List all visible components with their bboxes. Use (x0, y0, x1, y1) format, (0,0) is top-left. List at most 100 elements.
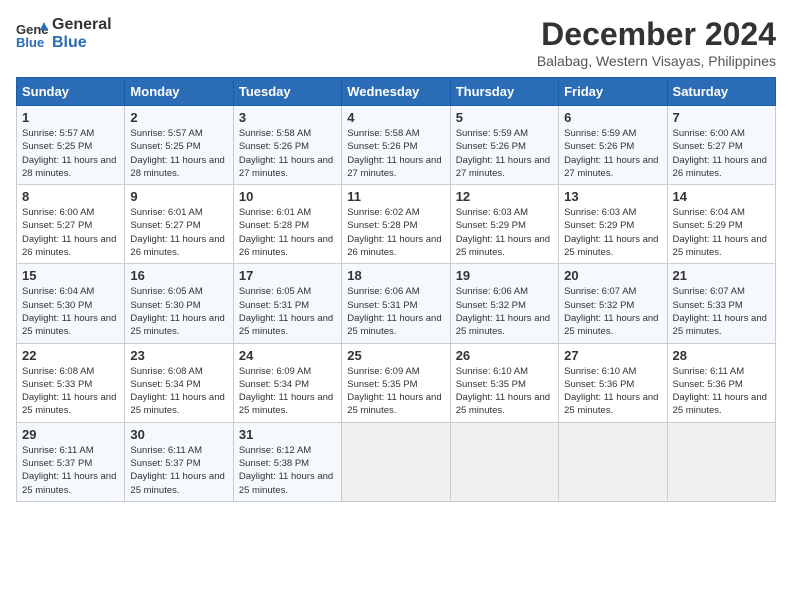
calendar-cell (342, 422, 450, 501)
calendar-cell: 10 Sunrise: 6:01 AMSunset: 5:28 PMDayligh… (233, 185, 341, 264)
weekday-header-cell: Thursday (450, 78, 558, 106)
day-number: 7 (673, 110, 770, 125)
day-number: 31 (239, 427, 336, 442)
calendar-cell: 29Sunrise: 6:11 AMSunset: 5:37 PMDayligh… (17, 422, 125, 501)
day-number: 30 (130, 427, 227, 442)
calendar-cell: 26 Sunrise: 6:10 AMSunset: 5:35 PMDayligh… (450, 343, 558, 422)
calendar-cell (559, 422, 667, 501)
day-number: 23 (130, 348, 227, 363)
day-info: Sunrise: 6:00 AMSunset: 5:27 PMDaylight:… (673, 127, 770, 180)
calendar-cell: 4 Sunrise: 5:58 AMSunset: 5:26 PMDaylight… (342, 106, 450, 185)
page-header: General Blue General Blue December 2024 … (16, 16, 776, 69)
day-info: Sunrise: 6:11 AMSunset: 5:36 PMDaylight:… (673, 365, 770, 418)
logo-line2: Blue (52, 34, 112, 52)
logo-icon: General Blue (16, 18, 48, 50)
calendar-cell: 7 Sunrise: 6:00 AMSunset: 5:27 PMDaylight… (667, 106, 775, 185)
day-number: 26 (456, 348, 553, 363)
calendar-cell: 22 Sunrise: 6:08 AMSunset: 5:33 PMDayligh… (17, 343, 125, 422)
calendar-cell: 8Sunrise: 6:00 AMSunset: 5:27 PMDaylight… (17, 185, 125, 264)
day-info: Sunrise: 6:11 AMSunset: 5:37 PMDaylight:… (130, 444, 227, 497)
day-info: Sunrise: 6:09 AMSunset: 5:35 PMDaylight:… (347, 365, 444, 418)
day-info: Sunrise: 6:04 AMSunset: 5:29 PMDaylight:… (673, 206, 770, 259)
day-number: 9 (130, 189, 227, 204)
weekday-header-cell: Tuesday (233, 78, 341, 106)
day-info: Sunrise: 6:10 AMSunset: 5:36 PMDaylight:… (564, 365, 661, 418)
day-number: 12 (456, 189, 553, 204)
calendar-cell (667, 422, 775, 501)
day-number: 4 (347, 110, 444, 125)
day-info: Sunrise: 6:07 AMSunset: 5:33 PMDaylight:… (673, 285, 770, 338)
day-number: 19 (456, 268, 553, 283)
weekday-header-row: SundayMondayTuesdayWednesdayThursdayFrid… (17, 78, 776, 106)
day-info: Sunrise: 6:05 AMSunset: 5:31 PMDaylight:… (239, 285, 336, 338)
calendar-week-row: 22 Sunrise: 6:08 AMSunset: 5:33 PMDayligh… (17, 343, 776, 422)
calendar-cell: 13Sunrise: 6:03 AMSunset: 5:29 PMDayligh… (559, 185, 667, 264)
day-info: Sunrise: 5:59 AMSunset: 5:26 PMDaylight:… (456, 127, 553, 180)
day-number: 20 (564, 268, 661, 283)
day-info: Sunrise: 6:01 AMSunset: 5:27 PMDaylight:… (130, 206, 227, 259)
day-info: Sunrise: 6:03 AMSunset: 5:29 PMDaylight:… (564, 206, 661, 259)
calendar-cell: 14 Sunrise: 6:04 AMSunset: 5:29 PMDayligh… (667, 185, 775, 264)
calendar-cell: 27 Sunrise: 6:10 AMSunset: 5:36 PMDayligh… (559, 343, 667, 422)
day-number: 11 (347, 189, 444, 204)
day-number: 17 (239, 268, 336, 283)
calendar-week-row: 29Sunrise: 6:11 AMSunset: 5:37 PMDayligh… (17, 422, 776, 501)
calendar-week-row: 15 Sunrise: 6:04 AMSunset: 5:30 PMDayligh… (17, 264, 776, 343)
day-number: 14 (673, 189, 770, 204)
day-info: Sunrise: 5:58 AMSunset: 5:26 PMDaylight:… (347, 127, 444, 180)
day-number: 10 (239, 189, 336, 204)
day-number: 25 (347, 348, 444, 363)
day-number: 21 (673, 268, 770, 283)
day-number: 24 (239, 348, 336, 363)
calendar-cell: 18 Sunrise: 6:06 AMSunset: 5:31 PMDayligh… (342, 264, 450, 343)
day-number: 2 (130, 110, 227, 125)
calendar-cell: 2 Sunrise: 5:57 AMSunset: 5:25 PMDaylight… (125, 106, 233, 185)
calendar-cell: 31 Sunrise: 6:12 AMSunset: 5:38 PMDayligh… (233, 422, 341, 501)
day-number: 28 (673, 348, 770, 363)
day-info: Sunrise: 6:02 AMSunset: 5:28 PMDaylight:… (347, 206, 444, 259)
calendar-cell: 16 Sunrise: 6:05 AMSunset: 5:30 PMDayligh… (125, 264, 233, 343)
day-info: Sunrise: 6:08 AMSunset: 5:33 PMDaylight:… (22, 365, 119, 418)
day-number: 6 (564, 110, 661, 125)
calendar-body: 1Sunrise: 5:57 AMSunset: 5:25 PMDaylight… (17, 106, 776, 502)
location: Balabag, Western Visayas, Philippines (537, 53, 776, 69)
calendar-cell: 17 Sunrise: 6:05 AMSunset: 5:31 PMDayligh… (233, 264, 341, 343)
weekday-header-cell: Friday (559, 78, 667, 106)
day-info: Sunrise: 6:06 AMSunset: 5:31 PMDaylight:… (347, 285, 444, 338)
calendar-cell: 23 Sunrise: 6:08 AMSunset: 5:34 PMDayligh… (125, 343, 233, 422)
day-info: Sunrise: 6:04 AMSunset: 5:30 PMDaylight:… (22, 285, 119, 338)
day-info: Sunrise: 5:57 AMSunset: 5:25 PMDaylight:… (22, 127, 119, 180)
calendar-week-row: 1Sunrise: 5:57 AMSunset: 5:25 PMDaylight… (17, 106, 776, 185)
calendar-cell: 28 Sunrise: 6:11 AMSunset: 5:36 PMDayligh… (667, 343, 775, 422)
calendar-cell: 11 Sunrise: 6:02 AMSunset: 5:28 PMDayligh… (342, 185, 450, 264)
day-number: 27 (564, 348, 661, 363)
svg-text:Blue: Blue (16, 35, 44, 50)
day-info: Sunrise: 6:12 AMSunset: 5:38 PMDaylight:… (239, 444, 336, 497)
calendar-week-row: 8Sunrise: 6:00 AMSunset: 5:27 PMDaylight… (17, 185, 776, 264)
calendar-cell: 24Sunrise: 6:09 AMSunset: 5:34 PMDayligh… (233, 343, 341, 422)
weekday-header-cell: Sunday (17, 78, 125, 106)
calendar-cell: 19 Sunrise: 6:06 AMSunset: 5:32 PMDayligh… (450, 264, 558, 343)
day-info: Sunrise: 6:01 AMSunset: 5:28 PMDaylight:… (239, 206, 336, 259)
day-number: 15 (22, 268, 119, 283)
calendar-cell: 25 Sunrise: 6:09 AMSunset: 5:35 PMDayligh… (342, 343, 450, 422)
calendar-cell: 20Sunrise: 6:07 AMSunset: 5:32 PMDayligh… (559, 264, 667, 343)
day-number: 18 (347, 268, 444, 283)
day-info: Sunrise: 6:00 AMSunset: 5:27 PMDaylight:… (22, 206, 119, 259)
day-number: 22 (22, 348, 119, 363)
day-info: Sunrise: 6:05 AMSunset: 5:30 PMDaylight:… (130, 285, 227, 338)
weekday-header-cell: Wednesday (342, 78, 450, 106)
calendar-cell: 1Sunrise: 5:57 AMSunset: 5:25 PMDaylight… (17, 106, 125, 185)
calendar-cell: 21 Sunrise: 6:07 AMSunset: 5:33 PMDayligh… (667, 264, 775, 343)
calendar-cell: 15 Sunrise: 6:04 AMSunset: 5:30 PMDayligh… (17, 264, 125, 343)
weekday-header-cell: Monday (125, 78, 233, 106)
day-info: Sunrise: 6:10 AMSunset: 5:35 PMDaylight:… (456, 365, 553, 418)
day-info: Sunrise: 5:58 AMSunset: 5:26 PMDaylight:… (239, 127, 336, 180)
day-number: 16 (130, 268, 227, 283)
calendar-cell: 3Sunrise: 5:58 AMSunset: 5:26 PMDaylight… (233, 106, 341, 185)
calendar-cell: 5Sunrise: 5:59 AMSunset: 5:26 PMDaylight… (450, 106, 558, 185)
day-info: Sunrise: 6:11 AMSunset: 5:37 PMDaylight:… (22, 444, 119, 497)
day-info: Sunrise: 6:06 AMSunset: 5:32 PMDaylight:… (456, 285, 553, 338)
day-info: Sunrise: 5:57 AMSunset: 5:25 PMDaylight:… (130, 127, 227, 180)
day-info: Sunrise: 6:08 AMSunset: 5:34 PMDaylight:… (130, 365, 227, 418)
